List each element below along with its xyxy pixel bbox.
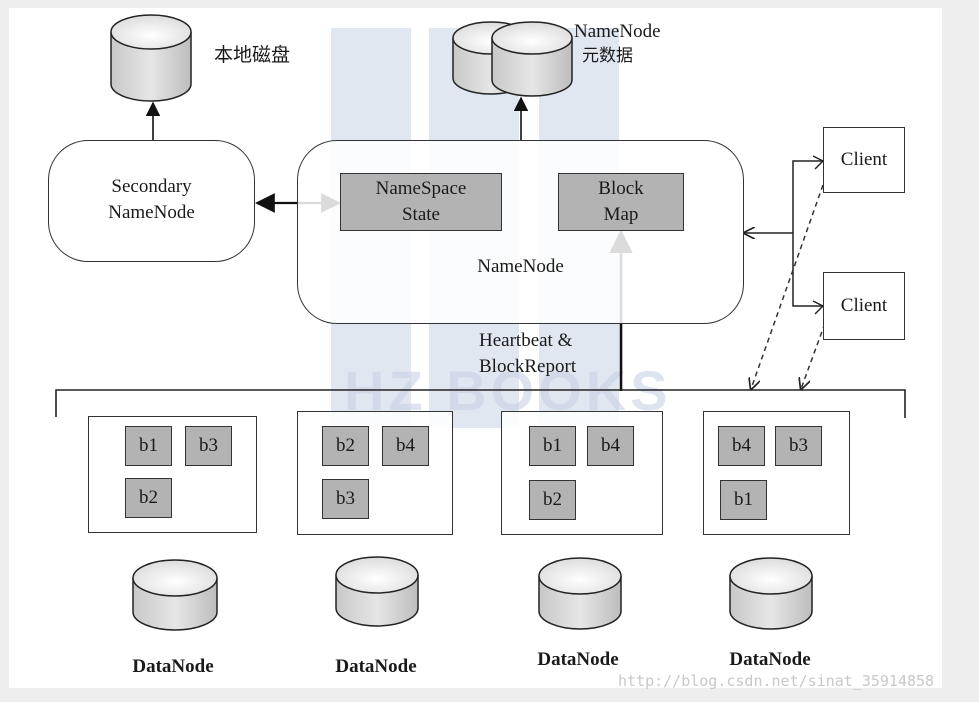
block-item[interactable]: b4 xyxy=(587,426,634,466)
block-item[interactable]: b1 xyxy=(720,480,767,520)
datanode-disk-icon xyxy=(132,559,218,631)
local-disk-icon xyxy=(110,14,192,102)
namenode-node[interactable]: NameSpace State Block Map NameNode xyxy=(297,140,744,324)
block-item[interactable]: b2 xyxy=(322,426,369,466)
datanode-disk-icon xyxy=(335,556,419,627)
namenode-metadata-icon xyxy=(452,21,573,97)
secondary-namenode-line2: NameNode xyxy=(108,202,195,223)
datanode-disk-icon xyxy=(538,557,622,630)
block-item[interactable]: b3 xyxy=(185,426,232,466)
block-item[interactable]: b2 xyxy=(529,480,576,520)
block-item[interactable]: b3 xyxy=(322,479,369,519)
datanode-block-box[interactable]: b1 b4 b2 xyxy=(501,411,663,535)
block-item[interactable]: b4 xyxy=(382,426,429,466)
heartbeat-line1: Heartbeat & xyxy=(479,330,573,351)
datanode-block-box[interactable]: b1 b3 b2 xyxy=(88,416,257,533)
connector-layer xyxy=(55,14,906,631)
diagram-canvas: HZ BOOKS 本地磁盘 NameNode 元数据 Secondary Nam… xyxy=(9,8,942,688)
datanode-disk-icon xyxy=(729,557,813,630)
datanode-label: DataNode xyxy=(335,656,417,677)
datanode-label: DataNode xyxy=(132,656,214,677)
datanode-label: DataNode xyxy=(729,649,811,670)
source-url-watermark: http://blog.csdn.net/sinat_35914858 xyxy=(618,672,935,690)
client-box[interactable]: Client xyxy=(823,127,905,193)
heartbeat-line2: BlockReport xyxy=(479,356,577,377)
heartbeat-label: Heartbeat & BlockReport xyxy=(479,328,576,380)
block-item[interactable]: b1 xyxy=(529,426,576,466)
secondary-namenode-label: Secondary NameNode xyxy=(49,174,254,226)
secondary-namenode-node[interactable]: Secondary NameNode xyxy=(48,140,255,262)
datanode-block-box[interactable]: b2 b4 b3 xyxy=(297,411,453,535)
block-item[interactable]: b3 xyxy=(775,426,822,466)
block-map-line1: Block xyxy=(598,178,644,199)
secondary-namenode-line1: Secondary xyxy=(111,176,192,197)
datanode-block-box[interactable]: b4 b3 b1 xyxy=(703,411,850,535)
namenode-metadata-label-line2: 元数据 xyxy=(582,46,633,66)
client-connector xyxy=(744,155,824,315)
namenode-label: NameNode xyxy=(477,256,564,277)
namespace-state-line2: State xyxy=(401,204,440,225)
local-disk-label: 本地磁盘 xyxy=(214,44,291,66)
namenode-metadata-label: NameNode 元数据 xyxy=(574,20,661,68)
client-box[interactable]: Client xyxy=(823,272,905,340)
namenode-metadata-label-line1: NameNode xyxy=(574,21,661,42)
block-map-box[interactable]: Block Map xyxy=(558,173,684,231)
datanode-label: DataNode xyxy=(537,649,619,670)
dashed-arrow-client1-datanode xyxy=(751,167,830,389)
block-item[interactable]: b1 xyxy=(125,426,172,466)
block-item[interactable]: b2 xyxy=(125,478,172,518)
namespace-state-box[interactable]: NameSpace State xyxy=(340,173,502,231)
block-map-line2: Map xyxy=(603,204,639,225)
block-item[interactable]: b4 xyxy=(718,426,765,466)
namespace-state-line1: NameSpace xyxy=(375,178,467,199)
